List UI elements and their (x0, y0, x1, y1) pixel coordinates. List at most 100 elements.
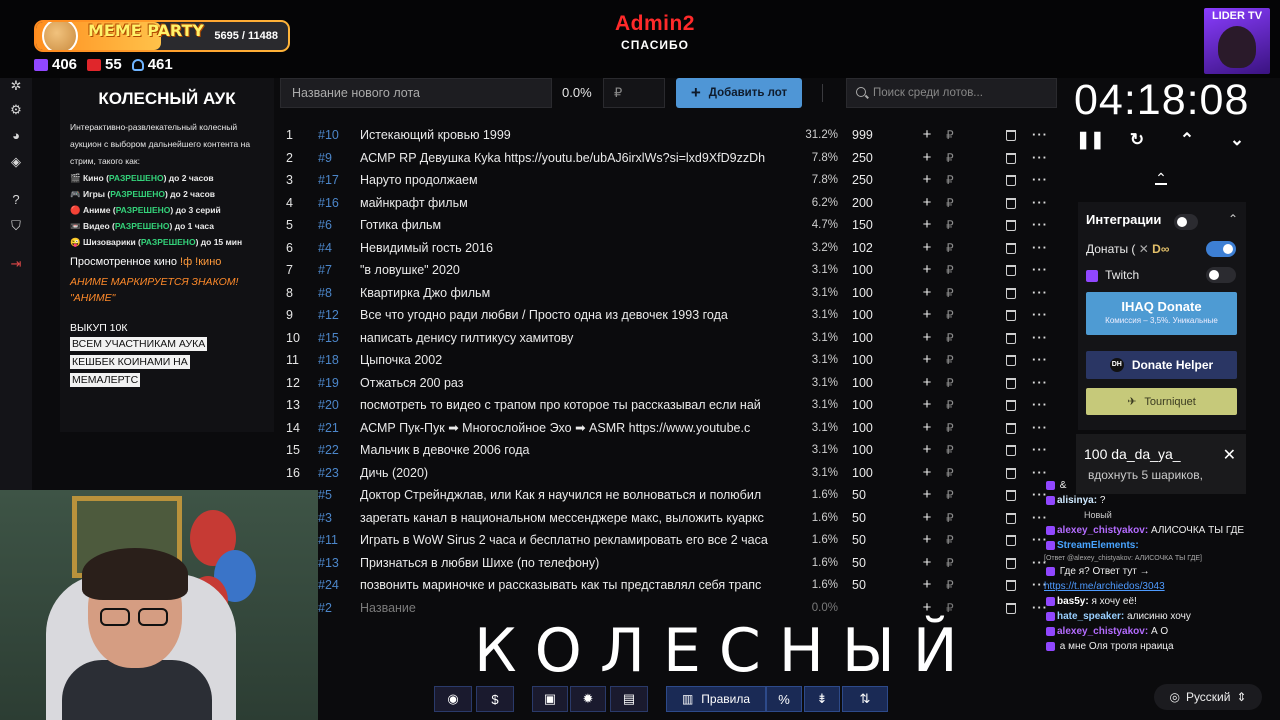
github-icon[interactable]: ◉ (434, 686, 472, 712)
twitch-toggle[interactable] (1206, 267, 1236, 283)
lot-row[interactable]: 15 #22 Мальчик в девочке 2006 года 3.1% 100 +… (286, 439, 1060, 462)
help-icon[interactable]: ? (8, 192, 24, 208)
lot-amount[interactable]: 100 (852, 372, 873, 395)
trash-icon[interactable] (1006, 445, 1016, 456)
trash-icon[interactable] (1006, 580, 1016, 591)
lot-amount[interactable]: 150 (852, 214, 873, 237)
lot-row[interactable]: 9 #12 Все что угодно ради любви / Просто о… (286, 304, 1060, 327)
lot-name[interactable]: Квартирка Джо фильм (360, 282, 790, 305)
lot-name[interactable]: Дичь (2020) (360, 462, 790, 485)
lot-name[interactable]: Все что угодно ради любви / Просто одна … (360, 304, 790, 327)
chevron-down-icon[interactable]: ⌄ (1226, 128, 1248, 152)
lot-amount[interactable]: 999 (852, 124, 873, 147)
more-icon[interactable]: ··· (1032, 327, 1048, 350)
chat-link[interactable]: https://t.me/archiedos/3043 (1044, 579, 1254, 594)
lot-name[interactable]: зарегать канал в национальном мессенджер… (360, 507, 790, 530)
trash-icon[interactable] (1006, 152, 1016, 164)
add-amount-icon[interactable]: + (920, 304, 934, 327)
lot-name[interactable]: АСМР Пук-Пук ➡ Многослойное Эхо ➡ ASMR h… (360, 417, 790, 440)
more-icon[interactable]: ··· (1032, 394, 1048, 417)
lot-row[interactable]: 17#5Доктор Стрейнджлав, или Как я научил… (286, 484, 1060, 507)
lot-row[interactable]: 5 #6 Готика фильм 4.7% 150 + ₽ ··· (286, 214, 1060, 237)
add-amount-icon[interactable]: + (920, 529, 934, 552)
restart-icon[interactable]: ↻ (1126, 128, 1148, 152)
lot-row[interactable]: 4 #16 майнкрафт фильм 6.2% 200 + ₽ ··· (286, 192, 1060, 215)
trash-icon[interactable] (1006, 557, 1016, 569)
pause-icon[interactable]: ❚❚ (1076, 128, 1105, 152)
add-amount-icon[interactable]: + (920, 327, 934, 350)
lot-name[interactable]: Истекающий кровью 1999 (360, 124, 790, 147)
add-amount-icon[interactable]: + (920, 349, 934, 372)
more-icon[interactable]: ··· (1032, 192, 1048, 215)
lot-amount[interactable]: 50 (852, 529, 866, 552)
trash-icon[interactable] (1006, 130, 1016, 141)
donations-toggle[interactable] (1206, 241, 1236, 257)
trash-icon[interactable] (1006, 310, 1016, 321)
lot-name[interactable]: майнкрафт фильм (360, 192, 790, 215)
add-amount-icon[interactable]: + (920, 462, 934, 485)
lot-row[interactable]: 2 #9 АСМР RP Девушка Куkа https://youtu.be… (286, 147, 1060, 170)
lot-row[interactable]: 20#13Признаться в любви Шихе (по телефон… (286, 552, 1060, 575)
add-amount-icon[interactable]: + (920, 484, 934, 507)
more-icon[interactable]: ··· (1032, 147, 1048, 170)
percent-icon[interactable]: % (766, 686, 802, 712)
lot-name[interactable]: Признаться в любви Шихе (по телефону) (360, 552, 790, 575)
lot-amount[interactable]: 50 (852, 552, 866, 575)
more-icon[interactable]: ··· (1032, 372, 1048, 395)
lot-name[interactable]: посмотреть то видео с трапом про которое… (360, 394, 790, 417)
lot-amount[interactable]: 50 (852, 507, 866, 530)
trash-icon[interactable] (1006, 355, 1016, 366)
lot-amount[interactable]: 100 (852, 417, 873, 440)
lot-amount[interactable]: 100 (852, 282, 873, 305)
lot-search-input[interactable]: Поиск среди лотов... (846, 78, 1057, 108)
pie-chart-icon[interactable]: ◕ (8, 128, 24, 144)
rules-button[interactable]: ▥ Правила (666, 686, 766, 712)
add-amount-icon[interactable]: + (920, 507, 934, 530)
more-icon[interactable]: ··· (1032, 282, 1048, 305)
logout-icon[interactable]: ⇥ (8, 256, 24, 272)
trash-icon[interactable] (1006, 512, 1016, 524)
add-amount-icon[interactable]: + (920, 259, 934, 282)
lot-row[interactable]: 12 #19 Отжаться 200 раз 3.1% 100 + ₽ ··· (286, 372, 1060, 395)
add-amount-icon[interactable]: + (920, 192, 934, 215)
add-amount-icon[interactable]: + (920, 574, 934, 597)
lot-amount[interactable]: 100 (852, 327, 873, 350)
lot-row[interactable]: 8 #8 Квартирка Джо фильм 3.1% 100 + ₽ ··· (286, 282, 1060, 305)
lot-row[interactable]: 11 #18 Цыпочка 2002 3.1% 100 + ₽ ··· (286, 349, 1060, 372)
sort-icon[interactable]: ⇅ (842, 686, 888, 712)
more-icon[interactable]: ··· (1032, 417, 1048, 440)
close-icon[interactable]: ✕ (1223, 445, 1236, 465)
lot-name[interactable]: Играть в WoW Sirus 2 часа и бесплатно ре… (360, 529, 790, 552)
lot-amount[interactable]: 100 (852, 304, 873, 327)
add-lot-button[interactable]: + Добавить лот (676, 78, 802, 108)
trash-icon[interactable] (1006, 197, 1016, 209)
ihaq-donate-button[interactable]: IHAQ Donate Комиссия – 3,5%. Уникальные (1086, 292, 1237, 335)
bug-icon[interactable]: ✹ (570, 686, 606, 712)
trash-icon[interactable] (1006, 220, 1016, 231)
integrations-toggle[interactable] (1174, 214, 1198, 230)
more-icon[interactable]: ··· (1032, 237, 1048, 260)
gear-icon[interactable]: ⚙ (8, 102, 24, 118)
trash-icon[interactable] (1006, 400, 1016, 411)
add-amount-icon[interactable]: + (920, 124, 934, 147)
lot-row[interactable]: 6 #4 Невидимый гость 2016 3.2% 102 + ₽ ··· (286, 237, 1060, 260)
trash-icon[interactable] (1006, 265, 1016, 276)
trash-icon[interactable] (1006, 287, 1016, 299)
shield-icon[interactable]: ⛉ (8, 218, 24, 234)
lot-row[interactable]: 21#24позвонить мариночке и рассказывать … (286, 574, 1060, 597)
lot-row[interactable]: 3 #17 Наруто продолжаем 7.8% 250 + ₽ ··· (286, 169, 1060, 192)
more-icon[interactable]: ··· (1032, 349, 1048, 372)
language-select[interactable]: ◎ Русский ⇕ (1154, 684, 1262, 710)
trash-icon[interactable] (1006, 242, 1016, 254)
add-amount-icon[interactable]: + (920, 214, 934, 237)
lot-name[interactable]: Готика фильм (360, 214, 790, 237)
more-icon[interactable]: ··· (1032, 259, 1048, 282)
wheel-icon[interactable]: ✲ (8, 78, 24, 94)
lot-name[interactable]: Доктор Стрейнджлав, или Как я научился н… (360, 484, 790, 507)
lot-amount[interactable]: 100 (852, 462, 873, 485)
collapse-up-icon[interactable]: ⌃ (1150, 170, 1172, 186)
lot-row[interactable]: 10 #15 написать денису гилтикусу хамитову 3… (286, 327, 1060, 350)
trash-icon[interactable] (1006, 602, 1016, 614)
lot-amount[interactable]: 250 (852, 147, 873, 170)
lot-name[interactable]: позвонить мариночке и рассказывать как т… (360, 574, 790, 597)
